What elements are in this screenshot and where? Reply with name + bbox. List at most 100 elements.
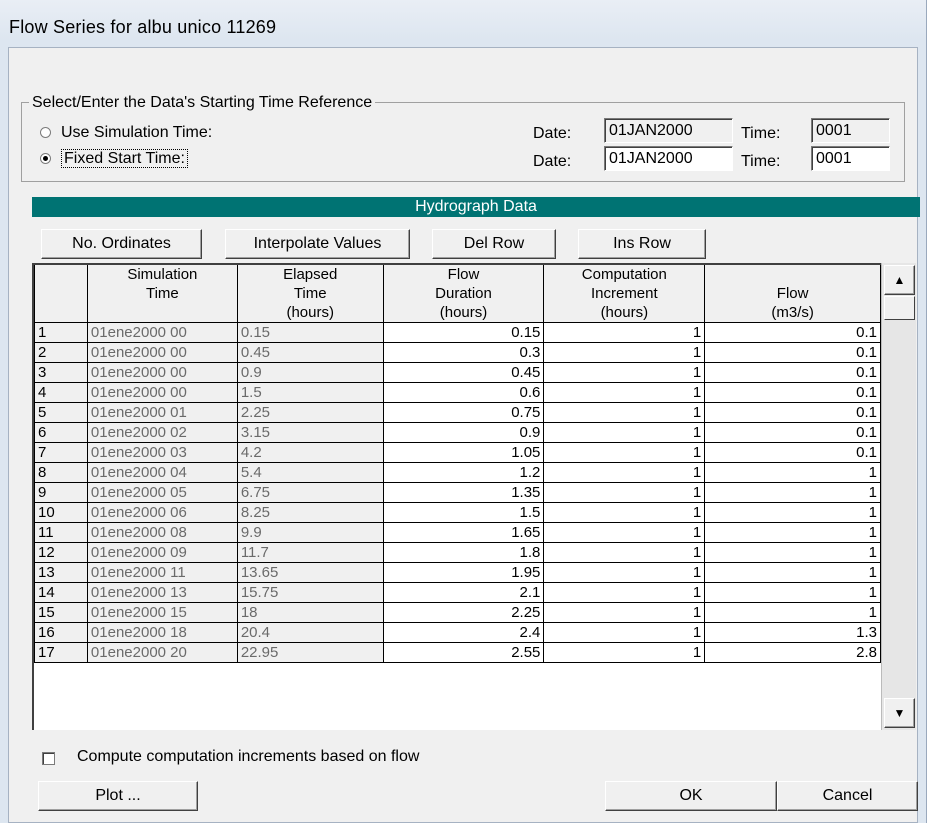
table-row[interactable]: 9 01ene2000 05 6.75 1.35 1 1 xyxy=(34,482,881,503)
computation-increment-cell[interactable]: 1 xyxy=(543,422,706,443)
flow-cell[interactable]: 1 xyxy=(704,582,881,603)
flow-duration-cell[interactable]: 1.2 xyxy=(382,462,545,483)
table-row[interactable]: 4 01ene2000 00 1.5 0.6 1 0.1 xyxy=(34,382,881,403)
computation-increment-cell[interactable]: 1 xyxy=(543,642,706,663)
hydrograph-table[interactable]: Simulation Elapsed Flow Computation Time Time… xyxy=(32,263,881,730)
table-row[interactable]: 2 01ene2000 00 0.45 0.3 1 0.1 xyxy=(34,342,881,363)
flow-duration-cell[interactable]: 0.75 xyxy=(382,402,545,423)
fixed-start-time-radio[interactable] xyxy=(40,153,51,164)
flow-cell[interactable]: 0.1 xyxy=(704,402,881,423)
computation-increment-cell[interactable]: 1 xyxy=(543,362,706,383)
computation-increment-cell[interactable]: 1 xyxy=(543,562,706,583)
flow-cell[interactable]: 0.1 xyxy=(704,322,881,343)
computation-increment-cell[interactable]: 1 xyxy=(543,442,706,463)
flow-cell[interactable]: 0.1 xyxy=(704,422,881,443)
computation-increment-cell[interactable]: 1 xyxy=(543,482,706,503)
compute-increments-label: Compute computation increments based on … xyxy=(77,748,420,765)
column-header-cell: (hours) xyxy=(236,303,384,323)
plot-button[interactable]: Plot ... xyxy=(38,781,198,811)
row-number-cell: 13 xyxy=(34,562,88,583)
flow-duration-cell[interactable]: 0.3 xyxy=(382,342,545,363)
cancel-button[interactable]: Cancel xyxy=(777,781,918,811)
use-simulation-time-radio[interactable] xyxy=(40,127,51,138)
computation-increment-cell[interactable]: 1 xyxy=(543,322,706,343)
table-vertical-scrollbar[interactable]: ▲ ▼ xyxy=(881,263,916,730)
flow-duration-cell[interactable]: 1.8 xyxy=(382,542,545,563)
flow-duration-cell[interactable]: 1.95 xyxy=(382,562,545,583)
ok-button[interactable]: OK xyxy=(605,781,777,811)
row-number-cell: 11 xyxy=(34,522,88,543)
computation-increment-cell[interactable]: 1 xyxy=(543,582,706,603)
table-row[interactable]: 17 01ene2000 20 22.95 2.55 1 2.8 xyxy=(34,642,881,663)
flow-duration-cell[interactable]: 1.5 xyxy=(382,502,545,523)
flow-duration-cell[interactable]: 2.4 xyxy=(382,622,545,643)
computation-increment-cell[interactable]: 1 xyxy=(543,462,706,483)
sim-time-field: 0001 xyxy=(811,118,890,143)
computation-increment-cell[interactable]: 1 xyxy=(543,522,706,543)
flow-cell[interactable]: 0.1 xyxy=(704,442,881,463)
flow-cell[interactable]: 1 xyxy=(704,482,881,503)
table-row[interactable]: 7 01ene2000 03 4.2 1.05 1 0.1 xyxy=(34,442,881,463)
fixed-date-input[interactable]: 01JAN2000 xyxy=(604,146,733,171)
computation-increment-cell[interactable]: 1 xyxy=(543,382,706,403)
hydrograph-data-header: Hydrograph Data xyxy=(32,197,920,217)
flow-duration-cell[interactable]: 1.65 xyxy=(382,522,545,543)
interpolate-values-button[interactable]: Interpolate Values xyxy=(225,229,410,259)
flow-cell[interactable]: 2.8 xyxy=(704,642,881,663)
flow-cell[interactable]: 1 xyxy=(704,562,881,583)
table-row[interactable]: 8 01ene2000 04 5.4 1.2 1 1 xyxy=(34,462,881,483)
flow-duration-cell[interactable]: 2.55 xyxy=(382,642,545,663)
flow-cell[interactable]: 1 xyxy=(704,522,881,543)
table-row[interactable]: 11 01ene2000 08 9.9 1.65 1 1 xyxy=(34,522,881,543)
flow-cell[interactable]: 1 xyxy=(704,542,881,563)
del-row-button[interactable]: Del Row xyxy=(432,229,556,259)
table-row[interactable]: 16 01ene2000 18 20.4 2.4 1 1.3 xyxy=(34,622,881,643)
fixed-time-input[interactable]: 0001 xyxy=(811,146,890,171)
table-row[interactable]: 15 01ene2000 15 18 2.25 1 1 xyxy=(34,602,881,623)
flow-duration-cell[interactable]: 1.05 xyxy=(382,442,545,463)
column-header-cell: (m3/s) xyxy=(704,303,881,323)
flow-duration-cell[interactable]: 2.25 xyxy=(382,602,545,623)
flow-cell[interactable]: 1 xyxy=(704,502,881,523)
table-row[interactable]: 1 01ene2000 00 0.15 0.15 1 0.1 xyxy=(34,322,881,343)
compute-increments-checkbox[interactable] xyxy=(42,752,55,765)
use-simulation-time-option[interactable]: Use Simulation Time: xyxy=(40,124,212,142)
flow-cell[interactable]: 0.1 xyxy=(704,362,881,383)
flow-duration-cell[interactable]: 2.1 xyxy=(382,582,545,603)
simulation-time-cell: 01ene2000 00 xyxy=(86,382,238,403)
table-row[interactable]: 5 01ene2000 01 2.25 0.75 1 0.1 xyxy=(34,402,881,423)
table-row[interactable]: 6 01ene2000 02 3.15 0.9 1 0.1 xyxy=(34,422,881,443)
computation-increment-cell[interactable]: 1 xyxy=(543,402,706,423)
flow-duration-cell[interactable]: 0.6 xyxy=(382,382,545,403)
flow-cell[interactable]: 1.3 xyxy=(704,622,881,643)
flow-cell[interactable]: 1 xyxy=(704,462,881,483)
table-row[interactable]: 12 01ene2000 09 11.7 1.8 1 1 xyxy=(34,542,881,563)
scroll-thumb[interactable] xyxy=(884,296,915,320)
scroll-down-icon[interactable]: ▼ xyxy=(884,698,915,728)
flow-duration-cell[interactable]: 0.15 xyxy=(382,322,545,343)
flow-cell[interactable]: 1 xyxy=(704,602,881,623)
flow-duration-cell[interactable]: 0.9 xyxy=(382,422,545,443)
flow-duration-cell[interactable]: 1.35 xyxy=(382,482,545,503)
simulation-time-cell: 01ene2000 20 xyxy=(86,642,238,663)
computation-increment-cell[interactable]: 1 xyxy=(543,502,706,523)
flow-cell[interactable]: 0.1 xyxy=(704,382,881,403)
scroll-up-icon[interactable]: ▲ xyxy=(884,265,915,295)
row-number-cell: 5 xyxy=(34,402,88,423)
computation-increment-cell[interactable]: 1 xyxy=(543,342,706,363)
no-ordinates-button[interactable]: No. Ordinates xyxy=(41,229,202,259)
table-row[interactable]: 10 01ene2000 06 8.25 1.5 1 1 xyxy=(34,502,881,523)
flow-duration-cell[interactable]: 0.45 xyxy=(382,362,545,383)
computation-increment-cell[interactable]: 1 xyxy=(543,542,706,563)
flow-cell[interactable]: 0.1 xyxy=(704,342,881,363)
computation-increment-cell[interactable]: 1 xyxy=(543,602,706,623)
table-row[interactable]: 13 01ene2000 11 13.65 1.95 1 1 xyxy=(34,562,881,583)
table-row[interactable]: 14 01ene2000 13 15.75 2.1 1 1 xyxy=(34,582,881,603)
table-row[interactable]: 3 01ene2000 00 0.9 0.45 1 0.1 xyxy=(34,362,881,383)
column-header-cell: Flow xyxy=(704,284,881,303)
ins-row-button[interactable]: Ins Row xyxy=(578,229,706,259)
column-header-cell xyxy=(34,284,88,303)
computation-increment-cell[interactable]: 1 xyxy=(543,622,706,643)
row-number-cell: 14 xyxy=(34,582,88,603)
fixed-start-time-option[interactable]: Fixed Start Time: xyxy=(40,149,188,168)
